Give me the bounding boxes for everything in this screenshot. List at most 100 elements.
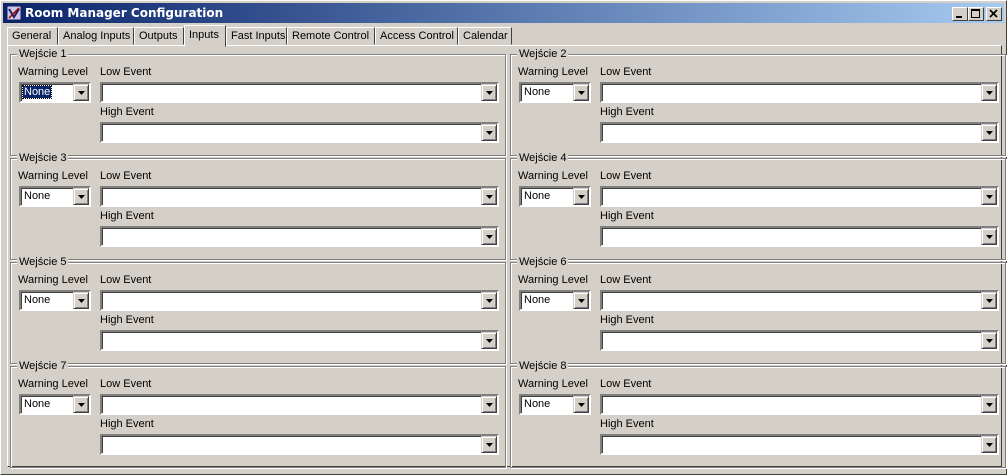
dropdown-button[interactable] (481, 436, 497, 453)
warning-level-select-value: None (21, 85, 53, 99)
chevron-down-icon (986, 443, 993, 447)
tab-access-control[interactable]: Access Control (375, 27, 458, 45)
low-event-select[interactable] (100, 82, 499, 103)
warning-level-label: Warning Level (518, 378, 588, 390)
tab-remote-control[interactable]: Remote Control (287, 27, 375, 45)
close-icon (989, 9, 998, 18)
dropdown-button[interactable] (981, 292, 997, 309)
chevron-down-icon (78, 91, 85, 95)
warning-level-label: Warning Level (18, 66, 88, 78)
tab-calendar[interactable]: Calendar (458, 27, 512, 45)
group-title: Wejście 2 (517, 48, 569, 60)
dropdown-button[interactable] (481, 396, 497, 413)
dropdown-button[interactable] (573, 84, 589, 101)
warning-level-select-value: None (24, 398, 51, 410)
dropdown-button[interactable] (481, 228, 497, 245)
dropdown-button[interactable] (481, 124, 497, 141)
tab-analog-inputs[interactable]: Analog Inputs (58, 27, 134, 45)
warning-level-label: Warning Level (18, 170, 88, 182)
dropdown-button[interactable] (981, 396, 997, 413)
chevron-down-icon (486, 443, 493, 447)
low-event-select[interactable] (100, 394, 499, 415)
warning-level-select[interactable]: None (519, 394, 591, 415)
chevron-down-icon (578, 91, 585, 95)
warning-level-select[interactable]: None (519, 82, 591, 103)
high-event-label: High Event (100, 314, 154, 326)
dropdown-button[interactable] (481, 292, 497, 309)
dropdown-button[interactable] (981, 188, 997, 205)
dropdown-button[interactable] (481, 188, 497, 205)
group-title: Wejście 1 (17, 48, 69, 60)
dropdown-button[interactable] (981, 84, 997, 101)
dropdown-button[interactable] (73, 396, 89, 413)
dropdown-button[interactable] (981, 436, 997, 453)
chevron-down-icon (986, 339, 993, 343)
chevron-down-icon (986, 403, 993, 407)
close-button[interactable] (986, 7, 1002, 21)
tab-fast-inputs[interactable]: Fast Inputs (226, 27, 287, 45)
app-window: Room Manager Configuration General Analog… (0, 0, 1007, 475)
warning-level-select[interactable]: None (19, 394, 91, 415)
input-group-6: Wejście 6 Warning Level Low Event None High … (510, 256, 1006, 364)
chevron-down-icon (486, 339, 493, 343)
dropdown-button[interactable] (573, 188, 589, 205)
low-event-select[interactable] (100, 290, 499, 311)
high-event-select[interactable] (100, 122, 499, 143)
warning-level-label: Warning Level (518, 66, 588, 78)
low-event-select[interactable] (100, 186, 499, 207)
minimize-button[interactable] (952, 7, 968, 21)
high-event-select[interactable] (100, 434, 499, 455)
dropdown-button[interactable] (981, 228, 997, 245)
warning-level-select-value: None (524, 86, 551, 98)
group-title: Wejście 3 (17, 152, 69, 164)
low-event-select[interactable] (600, 186, 999, 207)
warning-level-select-value: None (24, 294, 51, 306)
input-group-3: Wejście 3 Warning Level Low Event None High … (10, 152, 506, 260)
high-event-label: High Event (600, 106, 654, 118)
high-event-select[interactable] (100, 330, 499, 351)
chevron-down-icon (986, 195, 993, 199)
low-event-label: Low Event (100, 274, 152, 286)
dropdown-button[interactable] (481, 84, 497, 101)
high-event-label: High Event (600, 314, 654, 326)
dropdown-button[interactable] (73, 188, 89, 205)
low-event-select[interactable] (600, 82, 999, 103)
tab-outputs[interactable]: Outputs (134, 27, 184, 45)
warning-level-label: Warning Level (18, 274, 88, 286)
warning-level-select[interactable]: None (19, 186, 91, 207)
dropdown-button[interactable] (573, 396, 589, 413)
app-icon (6, 5, 22, 21)
dropdown-button[interactable] (73, 84, 89, 101)
high-event-label: High Event (100, 106, 154, 118)
low-event-label: Low Event (100, 378, 152, 390)
warning-level-select-value: None (524, 294, 551, 306)
dropdown-button[interactable] (73, 292, 89, 309)
high-event-select[interactable] (600, 226, 999, 247)
dropdown-button[interactable] (481, 332, 497, 349)
low-event-select[interactable] (600, 394, 999, 415)
high-event-select[interactable] (600, 434, 999, 455)
chevron-down-icon (486, 195, 493, 199)
warning-level-select[interactable]: None (19, 290, 91, 311)
low-event-label: Low Event (600, 66, 652, 78)
chevron-down-icon (486, 91, 493, 95)
chevron-down-icon (578, 195, 585, 199)
high-event-label: High Event (100, 210, 154, 222)
group-title: Wejście 8 (517, 360, 569, 372)
dropdown-button[interactable] (981, 332, 997, 349)
warning-level-select[interactable]: None (519, 290, 591, 311)
high-event-label: High Event (600, 418, 654, 430)
warning-level-select[interactable]: None (19, 82, 91, 103)
dropdown-button[interactable] (573, 292, 589, 309)
maximize-button[interactable] (968, 7, 984, 21)
low-event-select[interactable] (600, 290, 999, 311)
chevron-down-icon (78, 403, 85, 407)
tab-general[interactable]: General (7, 27, 58, 45)
high-event-select[interactable] (600, 330, 999, 351)
high-event-select[interactable] (600, 122, 999, 143)
high-event-select[interactable] (100, 226, 499, 247)
warning-level-select[interactable]: None (519, 186, 591, 207)
dropdown-button[interactable] (981, 124, 997, 141)
tab-inputs[interactable]: Inputs (184, 25, 226, 47)
title-bar[interactable]: Room Manager Configuration (3, 3, 1004, 23)
